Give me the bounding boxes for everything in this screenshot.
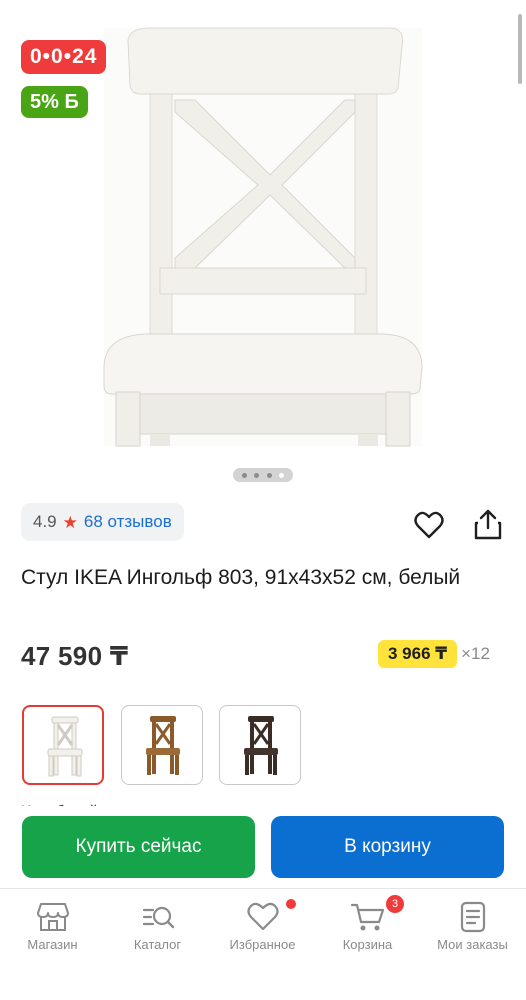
- store-icon: [36, 903, 69, 931]
- buy-now-button[interactable]: Купить сейчас: [22, 816, 255, 878]
- nav-label: Корзина: [342, 937, 393, 952]
- installment-amount: 3 966 ₸: [378, 640, 458, 668]
- scrollbar[interactable]: [518, 14, 522, 84]
- reviews-link[interactable]: 68 отзывов: [84, 512, 172, 532]
- product-title: Стул IKEA Ингольф 803, 91x43x52 см, белы…: [21, 566, 461, 589]
- variant-brown[interactable]: [121, 705, 203, 785]
- installment-offer[interactable]: 3 966 ₸ ×12: [378, 640, 490, 668]
- nav-favorites[interactable]: Избранное: [210, 889, 315, 969]
- share-icon: [474, 509, 502, 540]
- chair-thumbnail: [146, 716, 180, 775]
- cart-count-badge: 3: [386, 895, 404, 913]
- heart-icon: [246, 902, 279, 931]
- share-button[interactable]: [469, 504, 507, 544]
- nav-cart[interactable]: 3 Корзина: [315, 889, 420, 969]
- installment-months: ×12: [461, 644, 490, 663]
- bottom-navigation: Магазин Каталог Избранное 3 Корзина Мои …: [0, 888, 526, 1000]
- cart-icon: [350, 903, 384, 931]
- heart-icon: [414, 511, 444, 539]
- chair-thumbnail: [47, 716, 83, 777]
- carousel-dot-active[interactable]: [279, 472, 285, 478]
- nav-label: Магазин: [27, 937, 78, 952]
- nav-catalog[interactable]: Каталог: [105, 889, 210, 969]
- carousel-dot[interactable]: [254, 472, 260, 478]
- nav-orders[interactable]: Мои заказы: [420, 889, 525, 969]
- carousel-dot[interactable]: [266, 472, 272, 478]
- product-price: 47 590 ₸: [21, 641, 129, 671]
- add-to-cart-button[interactable]: В корзину: [271, 816, 504, 878]
- favorite-button[interactable]: [410, 506, 448, 544]
- notification-dot: [286, 899, 296, 909]
- timer-badge: 0•0•24: [21, 40, 107, 74]
- variant-white[interactable]: [22, 705, 104, 785]
- catalog-search-icon: [142, 906, 174, 929]
- rating-chip[interactable]: 4.9 ★ 68 отзывов: [21, 503, 184, 541]
- rating-value: 4.9: [33, 512, 57, 531]
- carousel-indicator[interactable]: [233, 468, 293, 482]
- variant-black-brown[interactable]: [219, 705, 301, 785]
- star-icon: ★: [62, 512, 78, 532]
- orders-icon: [460, 901, 485, 933]
- carousel-dot[interactable]: [241, 472, 247, 478]
- chair-thumbnail: [244, 716, 278, 775]
- variant-color-label: Цвет белый: [21, 796, 98, 806]
- nav-label: Мои заказы: [437, 937, 508, 952]
- nav-label: Каталог: [133, 937, 182, 952]
- nav-label: Избранное: [229, 937, 296, 952]
- bonus-badge: 5% Б: [21, 86, 88, 118]
- nav-store[interactable]: Магазин: [0, 889, 105, 969]
